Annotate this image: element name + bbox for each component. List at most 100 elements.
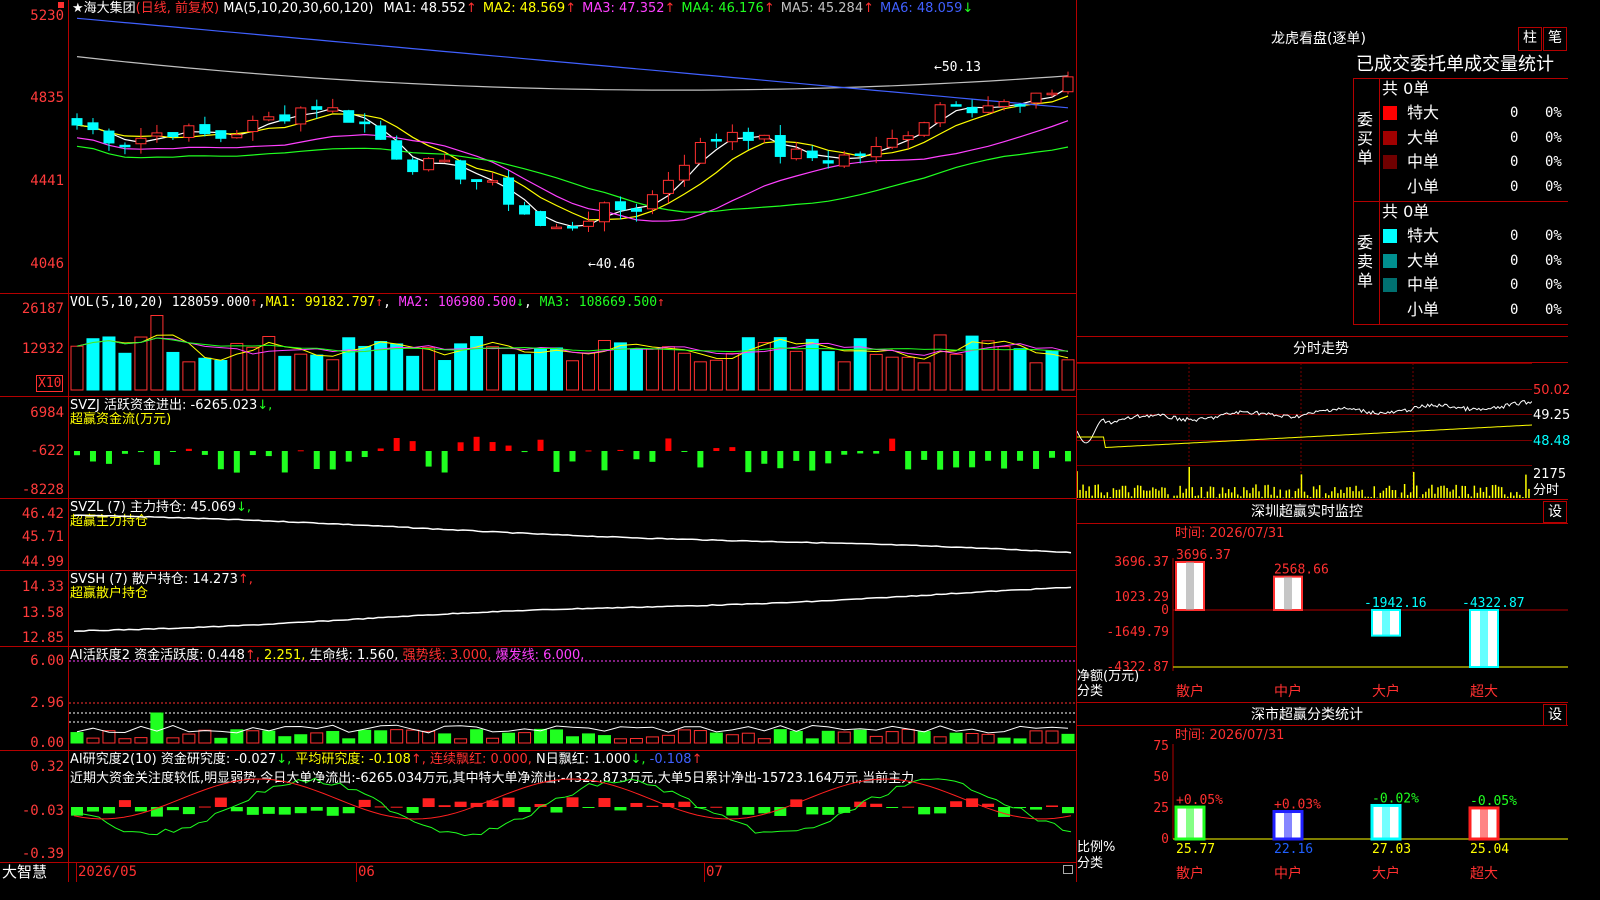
lhb-tabs[interactable]: 已成交委托单成交量统计 xyxy=(1356,54,1554,76)
y-tick: 5230 xyxy=(30,8,64,24)
activity-bar xyxy=(502,732,516,744)
x-tick xyxy=(704,863,705,882)
main-holding-line xyxy=(73,514,1072,554)
stats-y-tick: 75 xyxy=(1153,740,1169,754)
volume-bar xyxy=(933,334,947,391)
activity-bar xyxy=(294,734,308,744)
research-bar xyxy=(262,807,275,814)
fund-flow-plot[interactable] xyxy=(69,397,1076,498)
outflow-bar xyxy=(569,451,576,462)
activity-bar xyxy=(198,729,212,744)
ai-activity-plot[interactable] xyxy=(69,647,1076,750)
monitor-bar-shade xyxy=(1284,576,1292,610)
order-color-swatch xyxy=(1383,106,1397,120)
candle-body xyxy=(838,154,850,167)
candle-body xyxy=(678,164,690,181)
research-bar xyxy=(950,801,963,807)
research-bar xyxy=(166,807,179,811)
outflow-bar xyxy=(121,451,128,454)
intraday-y-tick: 50.02 xyxy=(1533,383,1571,398)
volume-bar xyxy=(805,338,819,391)
activity-bar xyxy=(390,729,404,744)
research-bar xyxy=(582,807,595,808)
outflow-bar xyxy=(1049,451,1056,458)
retail-holding-plot[interactable] xyxy=(69,571,1076,646)
monitor-value-label: 2568.66 xyxy=(1274,563,1329,578)
inflow-bar xyxy=(297,450,304,452)
vol-unit-badge: X10 xyxy=(36,375,64,392)
intraday-y-tick: 48.48 xyxy=(1533,434,1571,449)
order-row: 大单 0 0% xyxy=(1380,250,1568,272)
research-bar xyxy=(214,797,227,807)
monitor-settings-button[interactable]: 设 xyxy=(1543,501,1567,523)
inflow-bar xyxy=(473,436,480,451)
volume-bar xyxy=(550,347,564,391)
activity-bar xyxy=(470,729,484,744)
candle-body xyxy=(630,208,642,212)
activity-bar xyxy=(789,730,803,744)
research-bar xyxy=(678,801,691,807)
stats-ratio-label: 27.03 xyxy=(1372,842,1411,857)
candle-body xyxy=(311,106,323,110)
research-bar xyxy=(1062,807,1075,814)
y-tick: 6984 xyxy=(30,405,64,421)
activity-bar xyxy=(677,729,691,744)
outflow-bar xyxy=(137,451,144,453)
volume-bar xyxy=(1013,348,1027,391)
order-row: 特大 0 0% xyxy=(1380,225,1568,247)
sell-total: 共 0单 xyxy=(1382,202,1430,221)
y-tick: -0.39 xyxy=(21,846,64,862)
activity-bar xyxy=(150,712,164,744)
candle-body xyxy=(567,226,578,229)
research-bar xyxy=(294,807,307,814)
kline-plot[interactable] xyxy=(69,0,1076,293)
activity-bar xyxy=(821,730,835,744)
activity-bar xyxy=(885,731,899,744)
sell-side-label: 委卖单 xyxy=(1357,233,1374,290)
activity-bar xyxy=(757,738,771,744)
activity-bar xyxy=(1045,730,1059,744)
intraday-chart[interactable] xyxy=(1077,363,1532,499)
svzj-y-axis: 6984 -622 -8228 xyxy=(0,397,64,498)
candle-body xyxy=(295,107,307,125)
volume-plot[interactable] xyxy=(69,294,1076,396)
stats-y-tick: 50 xyxy=(1153,770,1169,785)
inflow-bar xyxy=(185,448,192,451)
research-bar xyxy=(310,807,323,811)
main-holding-plot[interactable] xyxy=(69,499,1076,570)
outflow-bar xyxy=(905,451,912,470)
activity-bar xyxy=(278,736,292,744)
y-tick: 13.58 xyxy=(21,605,64,621)
pane-divider xyxy=(0,862,1076,863)
inflow-bar xyxy=(537,439,544,451)
stats-settings-button[interactable]: 设 xyxy=(1543,704,1567,726)
lock-icon[interactable] xyxy=(1063,865,1073,874)
activity-bar xyxy=(326,730,340,744)
candle-body xyxy=(758,134,770,140)
inflow-bar xyxy=(393,438,400,451)
bar-mode-button[interactable]: 柱 xyxy=(1518,27,1542,51)
candle-body xyxy=(167,132,179,138)
intraday-avg-line xyxy=(1077,424,1532,449)
volume-bar xyxy=(486,346,500,391)
outflow-bar xyxy=(601,451,608,471)
order-type-label: 特大 xyxy=(1407,226,1440,245)
candle-body xyxy=(423,158,435,171)
kline-chart-area[interactable]: ★海大集团(日线, 前复权) MA(5,10,20,30,60,120) MA1… xyxy=(0,0,1077,882)
candle-body xyxy=(1046,92,1058,96)
activity-bar xyxy=(310,732,324,744)
inflow-bar xyxy=(889,438,896,451)
class-stats-bar-chart[interactable]: 75 50 25 0 +0.05% 25.77 散户 +0.03% 22.16 中户 -0.02% 2… xyxy=(1077,740,1568,882)
outflow-bar xyxy=(969,451,976,468)
order-row: 小单 0 0% xyxy=(1380,176,1568,198)
x-label-may: 2026/05 xyxy=(78,864,138,880)
outflow-bar xyxy=(105,451,112,464)
ai-research-plot[interactable] xyxy=(69,751,1076,862)
research-bar xyxy=(134,807,147,812)
pen-mode-button[interactable]: 笔 xyxy=(1543,27,1567,51)
stats-ratio-label: 22.16 xyxy=(1274,842,1313,857)
monitor-bar-chart[interactable]: 3696.371023.290-1649.79-4322.873696.37散户… xyxy=(1077,540,1568,702)
outflow-bar xyxy=(649,451,656,462)
monitor-y-tick: 0 xyxy=(1161,603,1169,618)
order-count: 0 xyxy=(1510,178,1519,195)
